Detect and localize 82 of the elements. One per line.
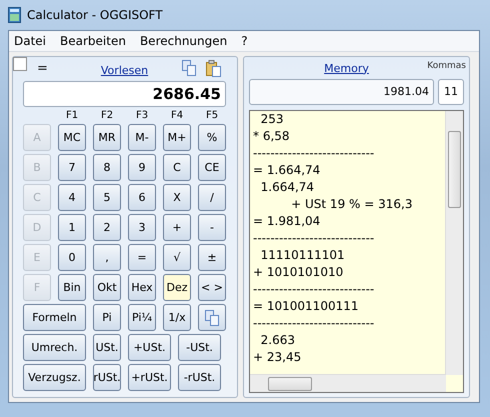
memory-link[interactable]: Memory — [324, 62, 369, 74]
key-button[interactable]: 0 — [58, 244, 86, 271]
key-button[interactable]: , — [93, 244, 121, 271]
key-button[interactable]: +USt. — [128, 334, 171, 361]
key-button[interactable]: - — [198, 214, 226, 241]
key-button[interactable]: USt. — [93, 334, 121, 361]
key-button[interactable]: 4 — [58, 184, 86, 211]
menu-item[interactable]: Bearbeiten — [60, 34, 126, 48]
menu-item[interactable]: ? — [241, 34, 248, 48]
tape-line: ---------------------------- — [252, 281, 376, 298]
key-button[interactable]: / — [198, 184, 226, 211]
tape-line: + USt 19 % = 316,3 — [290, 196, 414, 213]
function-key-label: F3 — [134, 110, 150, 123]
key-button[interactable]: -rUSt. — [178, 364, 221, 391]
key-button[interactable]: 9 — [128, 154, 156, 181]
key-button[interactable]: X — [163, 184, 191, 211]
key-button[interactable]: = — [128, 244, 156, 271]
tape-line: 11110111101 — [260, 247, 346, 264]
key-button[interactable]: + — [163, 214, 191, 241]
key-button[interactable]: Dez — [163, 274, 191, 301]
tape-line: ---------------------------- — [252, 145, 376, 162]
tape-line: ---------------------------- — [252, 315, 376, 332]
key-button[interactable]: 3 — [128, 214, 156, 241]
tape-line: ---------------------------- — [252, 230, 376, 247]
key-button[interactable]: Bin — [58, 274, 86, 301]
key-button[interactable]: M+ — [163, 124, 191, 151]
key-button[interactable]: 7 — [58, 154, 86, 181]
vertical-scrollbar[interactable] — [445, 111, 463, 375]
checkbox[interactable] — [13, 57, 27, 71]
menu-item[interactable]: Berechnungen — [140, 34, 228, 48]
decimals-field[interactable]: 11 — [438, 79, 464, 105]
tape-line: 2.663 — [260, 332, 296, 349]
key-button[interactable]: 1/x — [163, 304, 191, 331]
memory-field: 1981.04 — [249, 79, 434, 105]
tape-line: = 1.664,74 — [252, 162, 322, 179]
function-key-label: F5 — [204, 110, 220, 123]
decimals-label: Kommas — [427, 61, 466, 71]
menu-item[interactable]: Datei — [14, 34, 46, 48]
key-button[interactable]: MC — [58, 124, 86, 151]
tape-line: = 101001100111 — [252, 298, 360, 315]
function-key-label: F2 — [100, 110, 114, 123]
key-button[interactable]: Pi¼ — [128, 304, 156, 331]
key-button[interactable]: C — [163, 154, 191, 181]
copy-icon — [205, 310, 219, 326]
key-button[interactable]: 8 — [93, 154, 121, 181]
key-button[interactable]: +rUSt. — [128, 364, 171, 391]
window-title: Calculator - OGGISOFT — [27, 8, 163, 22]
key-button[interactable]: Verzugsz. — [23, 364, 86, 391]
key-button[interactable]: 6 — [128, 184, 156, 211]
key-button[interactable]: Formeln — [23, 304, 86, 331]
tape-line: 1.664,74 — [260, 179, 316, 196]
paste-icon[interactable] — [206, 60, 221, 76]
function-key-label: F1 — [64, 110, 80, 123]
tape-line: = 1.981,04 — [252, 213, 322, 230]
key-button[interactable]: M- — [128, 124, 156, 151]
tape-line: 253 — [260, 111, 285, 128]
copy-button[interactable] — [198, 304, 226, 331]
key-button[interactable]: 5 — [93, 184, 121, 211]
tape-line: + 1010101010 — [252, 264, 344, 281]
horizontal-scrollbar[interactable] — [250, 374, 446, 392]
key-button[interactable]: Pi — [93, 304, 121, 331]
tape-line: + 23,45 — [252, 349, 302, 366]
key-button[interactable]: 2 — [93, 214, 121, 241]
key-button[interactable]: % — [198, 124, 226, 151]
key-button[interactable]: -USt. — [178, 334, 221, 361]
key-button[interactable]: 1 — [58, 214, 86, 241]
copy-icon — [182, 60, 196, 76]
function-key-label: F4 — [170, 110, 184, 123]
display-field: 2686.45 — [23, 81, 226, 107]
key-button[interactable]: ± — [198, 244, 226, 271]
read-aloud-link[interactable]: Vorlesen — [100, 64, 148, 76]
key-button[interactable]: Umrech. — [23, 334, 86, 361]
key-button[interactable]: CE — [198, 154, 226, 181]
calculator-icon — [8, 7, 21, 23]
key-button[interactable]: Okt — [93, 274, 121, 301]
key-button[interactable]: < > — [198, 274, 226, 301]
equals-label: = — [37, 60, 49, 76]
key-button[interactable]: rUSt. — [93, 364, 121, 391]
key-button[interactable]: Hex — [128, 274, 156, 301]
tape-line: * 6,58 — [252, 128, 291, 145]
key-button[interactable]: √ — [163, 244, 191, 271]
key-button[interactable]: MR — [93, 124, 121, 151]
